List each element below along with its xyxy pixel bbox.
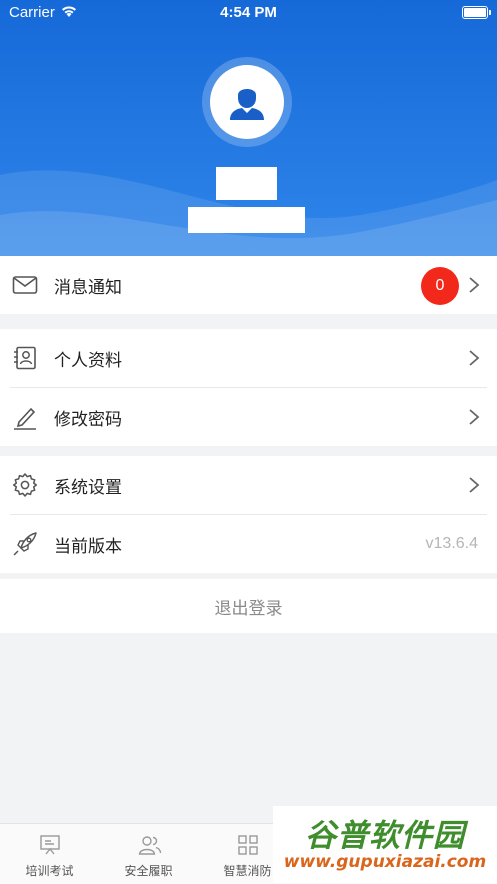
presentation-board-icon: [40, 835, 60, 855]
settings-label: 系统设置: [54, 477, 122, 498]
status-time: 4:54 PM: [220, 4, 277, 21]
version-row: 当前版本 v13.6.4: [0, 515, 497, 573]
profile-header: Carrier 4:54 PM: [0, 0, 497, 256]
version-value: v13.6.4: [425, 535, 478, 552]
status-bar: Carrier 4:54 PM: [0, 0, 497, 26]
user-silhouette-icon: [230, 89, 264, 120]
user-name: [216, 167, 277, 200]
notifications-row[interactable]: 消息通知 0: [0, 256, 497, 314]
profile-label: 个人资料: [54, 350, 122, 371]
chevron-right-icon: [469, 409, 480, 425]
rocket-icon: [13, 532, 37, 556]
watermark-url: www.gupuxiazai.com: [283, 852, 487, 872]
change-password-row[interactable]: 修改密码: [0, 388, 497, 446]
chevron-right-icon: [469, 277, 480, 293]
watermark-brand: 谷普软件园: [305, 818, 465, 854]
user-info: [188, 207, 305, 233]
settings-row[interactable]: 系统设置: [0, 456, 497, 514]
users-icon: [138, 836, 162, 855]
notifications-label: 消息通知: [54, 277, 122, 298]
site-watermark: 谷普软件园 www.gupuxiazai.com: [273, 806, 497, 883]
tab-safety-duty[interactable]: 安全履职: [99, 824, 198, 884]
pencil-icon: [14, 407, 36, 430]
contact-card-icon: [14, 346, 36, 370]
notifications-group: 消息通知 0: [0, 256, 497, 314]
tab-label: 安全履职: [124, 864, 173, 878]
version-label: 当前版本: [54, 536, 122, 557]
battery-icon: [462, 6, 491, 19]
system-group: 系统设置 当前版本 v13.6.4: [0, 456, 497, 573]
avatar[interactable]: [210, 65, 284, 139]
chevron-right-icon: [469, 477, 480, 493]
logout-button[interactable]: 退出登录: [0, 579, 497, 633]
profile-row[interactable]: 个人资料: [0, 329, 497, 387]
mail-icon: [12, 276, 38, 294]
tab-training-exam[interactable]: 培训考试: [0, 824, 99, 884]
account-group: 个人资料 修改密码: [0, 329, 497, 446]
avatar-ring[interactable]: [202, 57, 292, 147]
tab-label: 培训考试: [25, 864, 74, 878]
notification-count-badge: 0: [421, 267, 459, 305]
grid-apps-icon: [238, 835, 258, 855]
chevron-right-icon: [469, 350, 480, 366]
gear-icon: [12, 473, 38, 497]
change-password-label: 修改密码: [54, 409, 122, 430]
